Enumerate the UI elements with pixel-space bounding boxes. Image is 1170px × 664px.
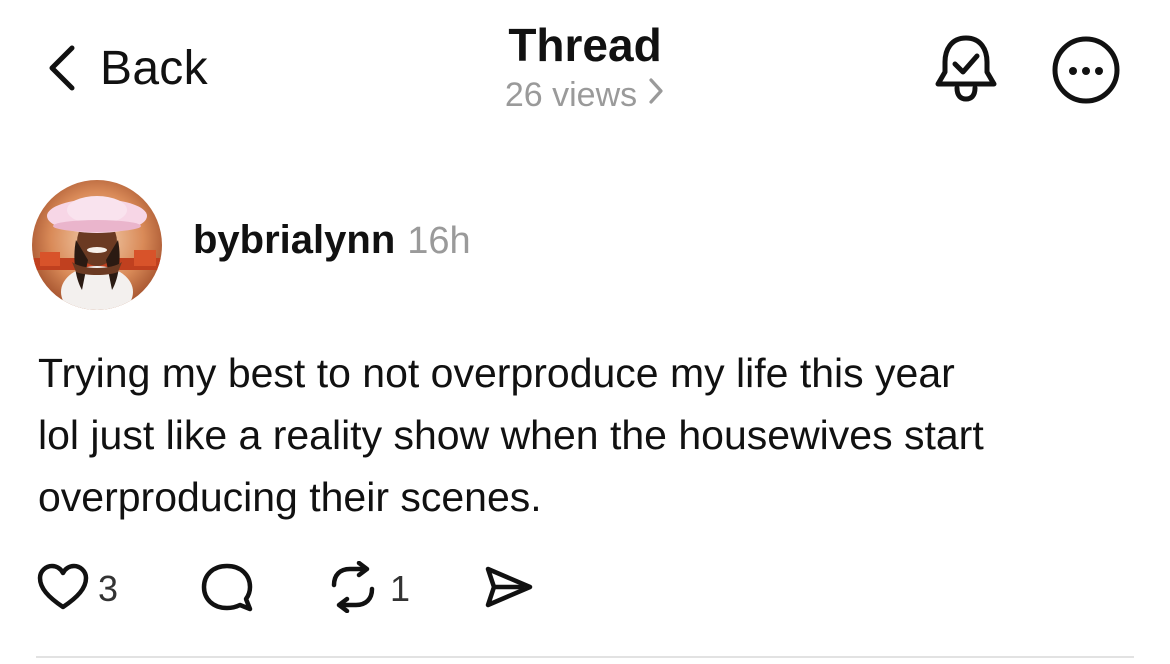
repost-button[interactable]: 1 [324,560,410,618]
back-label: Back [100,41,208,95]
post-author-row: bybrialynn 16h [193,218,471,274]
views-link[interactable]: 26 views [505,76,665,115]
post-timestamp: 16h [407,220,471,262]
repost-count: 1 [390,568,411,609]
notifications-button[interactable] [932,32,1000,104]
heart-icon [36,561,90,618]
chevron-left-icon [44,42,78,94]
reply-button[interactable] [198,560,256,618]
repost-icon [324,560,382,618]
post-actions: 3 1 [36,560,636,618]
speech-bubble-icon [198,560,256,619]
like-button[interactable]: 3 [36,560,118,618]
page-title: Thread [508,19,662,71]
divider [36,656,1134,658]
back-button[interactable]: Back [44,36,208,100]
more-circle-icon [1050,36,1122,110]
share-button[interactable] [482,560,536,618]
send-icon [482,561,536,618]
like-count: 3 [98,568,119,609]
views-count: 26 views [504,76,638,114]
chevron-right-icon [637,76,665,115]
more-options-button[interactable] [1050,34,1122,106]
author-username[interactable]: bybrialynn [193,218,395,263]
avatar[interactable] [32,180,162,310]
page-header: Thread 26 views [385,16,785,115]
post-body: Trying my best to not overproduce my lif… [38,350,984,520]
bell-check-icon [932,35,1000,108]
